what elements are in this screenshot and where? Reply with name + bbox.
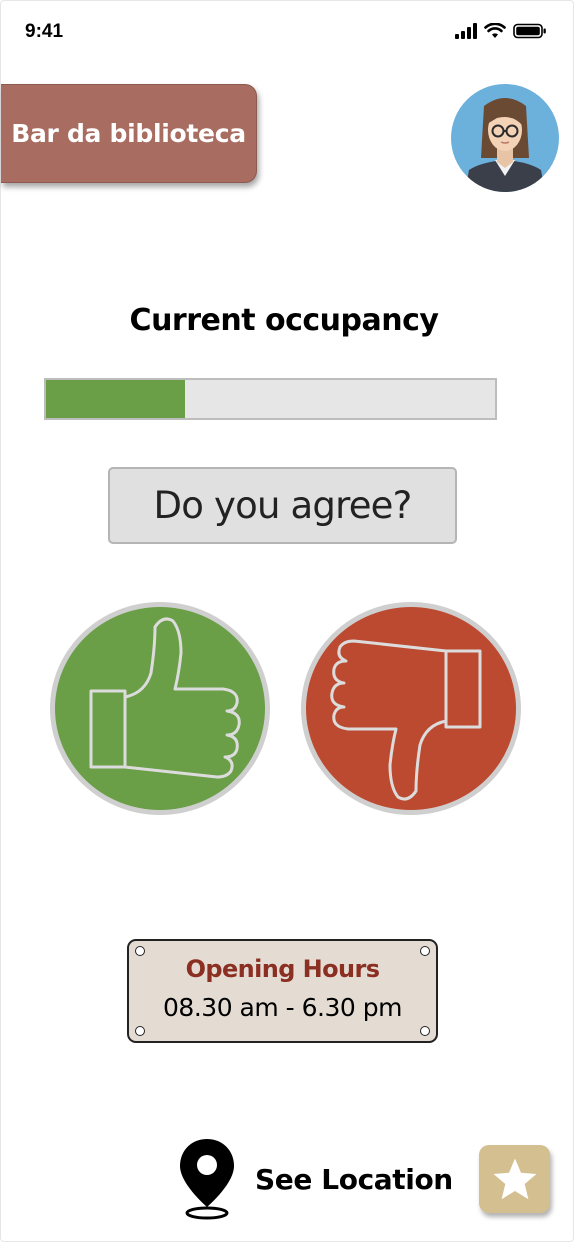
app-screen: 9:41 Bar da biblioteca Current occupancy… — [0, 0, 574, 1242]
favorite-button[interactable] — [479, 1145, 550, 1213]
occupancy-progress-bar — [44, 378, 497, 420]
agree-question-button[interactable]: Do you agree? — [108, 467, 457, 544]
agree-button[interactable] — [50, 602, 270, 815]
opening-hours-title: Opening Hours — [185, 955, 380, 983]
cellular-signal-icon — [455, 23, 477, 39]
status-icons — [455, 23, 547, 39]
opening-hours-value: 08.30 am - 6.30 pm — [163, 993, 402, 1022]
user-avatar-icon[interactable] — [451, 84, 559, 192]
thumbs-down-icon — [330, 639, 482, 801]
see-location-label: See Location — [255, 1162, 453, 1196]
opening-hours-panel: Opening Hours 08.30 am - 6.30 pm — [127, 939, 438, 1043]
screw-decoration — [135, 1026, 145, 1036]
place-name: Bar da biblioteca — [11, 119, 246, 148]
wifi-icon — [484, 23, 506, 38]
disagree-button[interactable] — [301, 602, 521, 815]
screw-decoration — [420, 1026, 430, 1036]
place-title-banner: Bar da biblioteca — [1, 84, 257, 183]
see-location-link[interactable]: See Location — [177, 1137, 453, 1221]
map-pin-icon — [180, 1139, 234, 1220]
status-time: 9:41 — [25, 21, 64, 42]
star-icon — [493, 1158, 536, 1200]
occupancy-title: Current occupancy — [129, 303, 439, 338]
battery-icon — [513, 23, 546, 39]
thumbs-up-icon — [89, 617, 241, 779]
occupancy-progress-fill — [46, 380, 186, 418]
